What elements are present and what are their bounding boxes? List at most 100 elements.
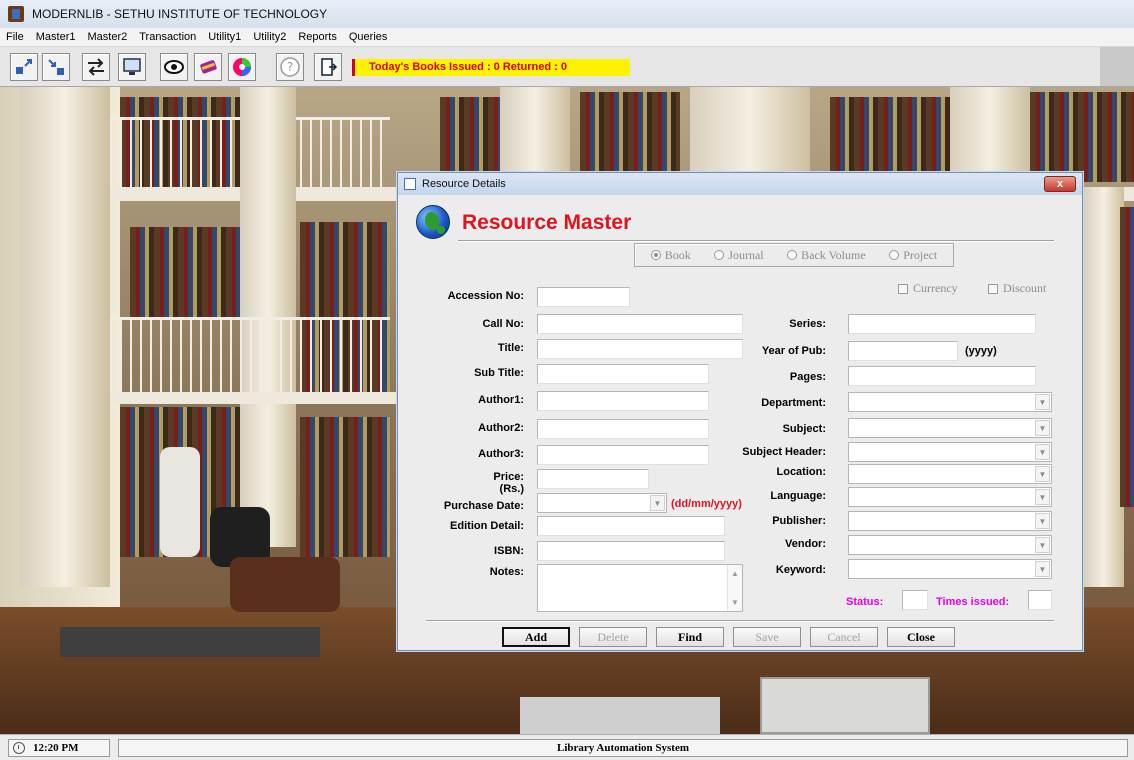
- accession-no-input[interactable]: [537, 287, 630, 307]
- radio-label: Back Volume: [801, 247, 866, 262]
- purchase-date-label: Purchase Date:: [443, 500, 524, 512]
- checkbox-icon: [988, 283, 998, 294]
- menu-reports[interactable]: Reports: [298, 31, 337, 43]
- chevron-down-icon[interactable]: ▼: [1035, 466, 1050, 482]
- transfer-icon: [88, 58, 104, 76]
- chevron-down-icon[interactable]: ▼: [1035, 561, 1050, 577]
- find-button[interactable]: Find: [656, 627, 724, 647]
- help-button[interactable]: ?: [276, 53, 304, 81]
- chevron-down-icon[interactable]: ▼: [1035, 537, 1050, 553]
- vendor-select[interactable]: ▼: [848, 535, 1052, 555]
- shrink-button[interactable]: [42, 53, 70, 81]
- radio-project[interactable]: Project: [889, 248, 937, 263]
- close-button[interactable]: Close: [887, 627, 955, 647]
- sub-title-input[interactable]: [537, 364, 709, 384]
- radio-label: Book: [664, 247, 691, 262]
- books-icon: [200, 60, 217, 74]
- chevron-down-icon[interactable]: ▼: [1035, 394, 1050, 410]
- author3-input[interactable]: [537, 445, 709, 465]
- purchase-date-select[interactable]: ▼: [537, 493, 667, 513]
- location-select[interactable]: ▼: [848, 464, 1052, 484]
- vendor-label: Vendor:: [785, 538, 826, 550]
- delete-button[interactable]: Delete: [579, 627, 647, 647]
- menu-bar: File Master1 Master2 Transaction Utility…: [0, 28, 1134, 47]
- add-button[interactable]: Add: [502, 627, 570, 647]
- menu-queries[interactable]: Queries: [349, 31, 388, 43]
- call-no-label: Call No:: [482, 318, 524, 330]
- isbn-input[interactable]: [537, 541, 725, 561]
- close-icon[interactable]: x: [1044, 176, 1076, 192]
- svg-text:?: ?: [287, 60, 293, 74]
- exit-door-icon: [321, 58, 338, 76]
- chevron-down-icon[interactable]: ▼: [650, 495, 665, 511]
- books-issued-banner: Today's Books Issued : 0 Returned : 0: [352, 59, 630, 76]
- times-issued-label: Times issued:: [936, 596, 1010, 608]
- radio-icon: [889, 250, 900, 260]
- pages-input[interactable]: [848, 366, 1036, 386]
- radio-book[interactable]: Book: [650, 247, 691, 263]
- resource-type-group: Book Journal Back Volume Project: [634, 243, 954, 267]
- save-button[interactable]: Save: [733, 627, 801, 647]
- menu-master1[interactable]: Master1: [36, 31, 76, 43]
- keyword-label: Keyword:: [775, 564, 826, 576]
- dialog-title: Resource Details: [422, 178, 506, 190]
- menu-transaction[interactable]: Transaction: [139, 31, 196, 43]
- status-time: 12:20 PM: [33, 742, 79, 754]
- department-select[interactable]: ▼: [848, 392, 1052, 412]
- menu-utility1[interactable]: Utility1: [208, 31, 241, 43]
- author2-label: Author2:: [478, 422, 524, 434]
- subject-select[interactable]: ▼: [848, 418, 1052, 438]
- currency-checkbox[interactable]: Currency: [898, 281, 958, 296]
- cancel-button[interactable]: Cancel: [810, 627, 878, 647]
- language-label: Language:: [770, 490, 826, 502]
- price-input[interactable]: [537, 469, 649, 489]
- edition-detail-input[interactable]: [537, 516, 725, 536]
- chevron-down-icon[interactable]: ▼: [1035, 513, 1050, 529]
- radio-selected-icon: [650, 250, 661, 260]
- view-button[interactable]: [160, 53, 188, 81]
- radio-icon: [787, 250, 798, 260]
- year-format-hint: (yyyy): [965, 345, 997, 357]
- menu-file[interactable]: File: [6, 31, 24, 43]
- cd-button[interactable]: [228, 53, 256, 81]
- books-button[interactable]: [194, 53, 222, 81]
- times-issued-input[interactable]: [1028, 590, 1052, 610]
- divider: [458, 240, 1054, 242]
- keyword-select[interactable]: ▼: [848, 559, 1052, 579]
- chevron-down-icon[interactable]: ▼: [1035, 444, 1050, 460]
- discount-checkbox[interactable]: Discount: [988, 281, 1046, 296]
- author1-input[interactable]: [537, 391, 709, 411]
- expand-button[interactable]: [10, 53, 38, 81]
- menu-utility2[interactable]: Utility2: [253, 31, 286, 43]
- chevron-down-icon[interactable]: ▼: [1035, 489, 1050, 505]
- help-icon: ?: [280, 57, 300, 77]
- dialog-window-icon: [404, 178, 416, 190]
- exit-button[interactable]: [314, 53, 342, 81]
- menu-master2[interactable]: Master2: [87, 31, 127, 43]
- radio-label: Project: [903, 247, 938, 262]
- notes-label: Notes:: [489, 566, 524, 578]
- language-select[interactable]: ▼: [848, 487, 1052, 507]
- status-clock: 12:20 PM: [8, 739, 110, 757]
- transfer-button[interactable]: [82, 53, 110, 81]
- year-of-pub-input[interactable]: [848, 341, 958, 361]
- monitor-button[interactable]: [118, 53, 146, 81]
- publisher-label: Publisher:: [772, 515, 826, 527]
- checkbox-label: Currency: [913, 281, 958, 295]
- publisher-select[interactable]: ▼: [848, 511, 1052, 531]
- accession-no-label: Accession No:: [447, 290, 524, 302]
- scroll-down-icon[interactable]: ▼: [731, 598, 739, 607]
- author2-input[interactable]: [537, 419, 709, 439]
- status-app-name: Library Automation System: [118, 739, 1128, 757]
- title-label: Title:: [497, 342, 524, 354]
- divider: [426, 620, 1054, 622]
- radio-back-volume[interactable]: Back Volume: [787, 248, 866, 263]
- chevron-down-icon[interactable]: ▼: [1035, 420, 1050, 436]
- dialog-heading: Resource Master: [462, 211, 632, 234]
- author1-label: Author1:: [478, 394, 524, 406]
- series-input[interactable]: [848, 314, 1036, 334]
- subject-header-select[interactable]: ▼: [848, 442, 1052, 462]
- status-input[interactable]: [902, 590, 928, 610]
- radio-journal[interactable]: Journal: [714, 248, 764, 263]
- cd-icon: [233, 58, 251, 76]
